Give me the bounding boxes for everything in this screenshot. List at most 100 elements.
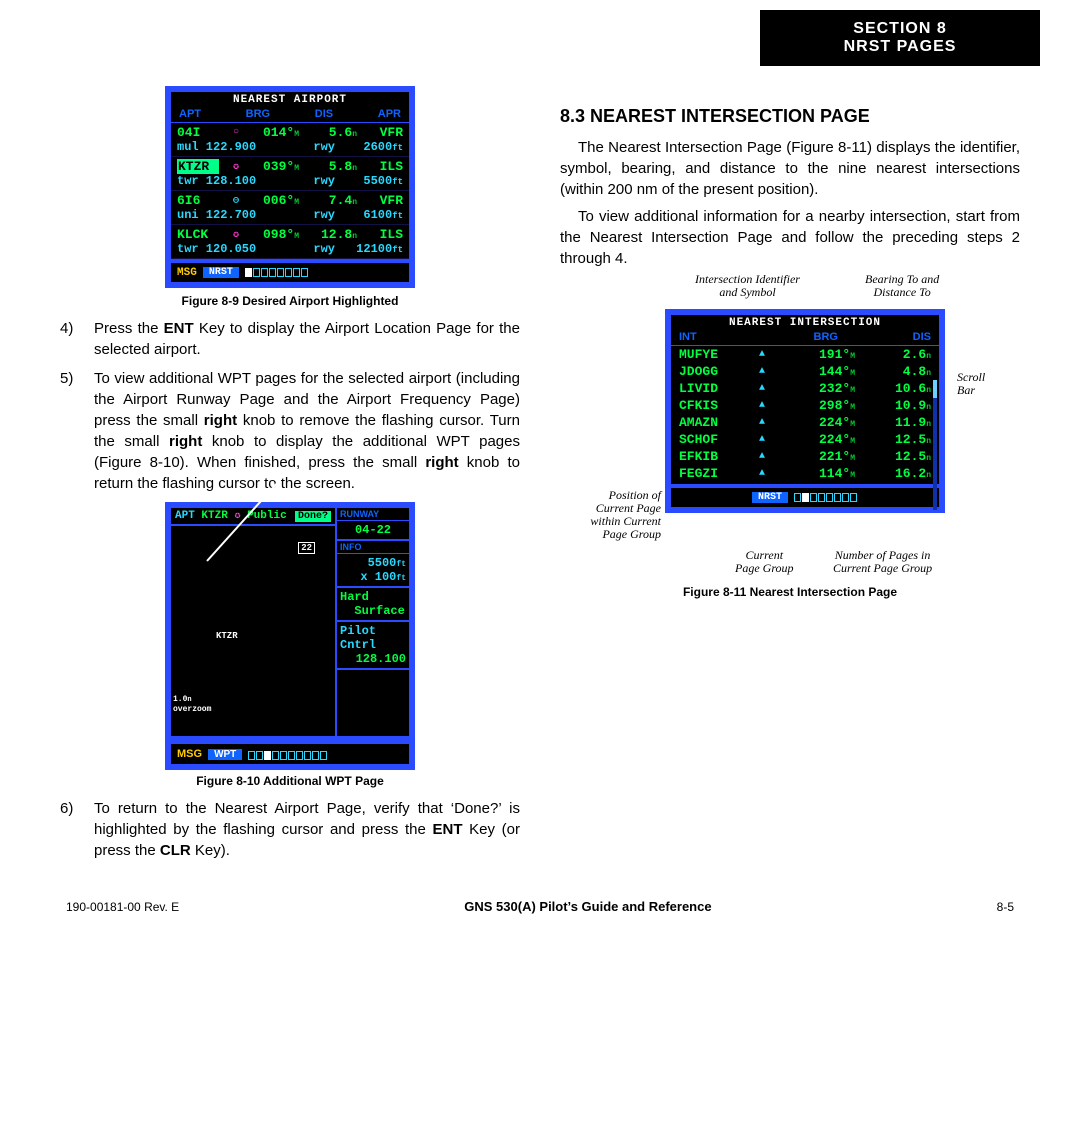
approach-value: VFR [367,125,403,140]
intersection-list: MUFYE▲191°M2.6nJDOGG ▲ 144°M 4.8n LIVID ▲ 232°… [671,346,939,484]
msg-annunciator: MSG [177,267,197,279]
bearing-value: 006°M [253,193,299,208]
airport-id: KTZR [177,159,219,174]
airport-ident: KTZR [201,510,227,522]
bearing-value: 224°M [795,432,855,447]
intersection-row: FEGZI ▲ 114°M 16.2n [671,465,939,482]
scrollbar [933,380,937,510]
step-text: To return to the Nearest Airport Page, v… [94,798,520,861]
page-group-label: NRST [203,267,239,278]
distance-value: 2.6n [877,347,931,362]
surface-type: Hard Surface [337,588,409,622]
annotation-scroll-bar: ScrollBar [957,371,985,397]
distance-value: 5.8n [309,159,357,174]
runway-length: 6100ft [343,208,403,222]
step-text: Press the ENT Key to display the Airport… [94,318,520,360]
runway-section-label: RUNWAY [337,508,409,521]
distance-value: 10.9n [877,398,931,413]
airport-symbol-icon: ✪ [234,511,240,522]
screen-title: NEAREST AIRPORT [171,92,409,108]
bearing-value: 039°M [253,159,299,174]
instruction-step: 4)Press the ENT Key to display the Airpo… [60,318,520,360]
apt-label: APT [175,510,195,522]
runway-length: 2600ft [343,140,403,154]
intersection-id: CFKIS [679,398,737,413]
airport-list: 04I○014°M5.6nVFRmul 122.900rwy2600ftKTZR… [171,123,409,259]
distance-value: 10.6n [877,381,931,396]
footer-title: GNS 530(A) Pilot’s Guide and Reference [464,899,711,914]
figure-8-9-caption: Figure 8-9 Desired Airport Highlighted [60,294,520,308]
distance-value: 12.8n [309,227,357,242]
airport-row: KLCK✪098°M12.8nILStwr 120.050rwy12100ft [171,225,409,259]
zoom-indicator: 1.0noverzoom [173,695,211,714]
footer-page-number: 8-5 [997,900,1014,914]
annotation-intersection-id: Intersection Identifierand Symbol [695,273,800,299]
step-text: To view additional WPT pages for the sel… [94,368,520,494]
intersection-row: CFKIS ▲ 298°M 10.9n [671,397,939,414]
airport-row: 6I6⊖006°M7.4nVFRuni 122.700rwy6100ft [171,191,409,225]
screen-footer: MSG NRST [171,259,409,282]
bearing-value: 014°M [253,125,299,140]
intersection-id: FEGZI [679,466,737,481]
rwy-label: rwy [285,174,335,188]
intersection-symbol-icon: ▲ [759,468,773,479]
distance-value: 12.5n [877,449,931,464]
page-indicator [248,746,328,762]
airport-row: 04I○014°M5.6nVFRmul 122.900rwy2600ft [171,123,409,157]
page-indicator [794,490,858,505]
intersection-id: AMAZN [679,415,737,430]
done-prompt: Done? [295,511,331,522]
figure-8-9-screen: NEAREST AIRPORT APT BRG DIS APR 04I○014°… [165,86,415,288]
runway-value: 04-22 [337,521,409,541]
screen-footer: NRST [671,484,939,507]
page-group-label: WPT [208,749,242,760]
rwy-label: rwy [285,140,335,154]
step-number: 4) [60,318,94,360]
airport-id: KLCK [177,227,219,242]
intersection-symbol-icon: ▲ [759,349,773,360]
intersection-id: EFKIB [679,449,737,464]
rwy-label: rwy [285,242,335,256]
annotation-page-position: Position ofCurrent Pagewithin CurrentPag… [571,489,661,541]
lighting-freq: Pilot Cntrl128.100 [337,622,409,670]
bearing-value: 298°M [795,398,855,413]
intersection-id: SCHOF [679,432,737,447]
runway-length: 12100ft [343,242,403,256]
page-indicator [245,265,309,280]
figure-8-11-wrapper: Intersection Identifierand Symbol Bearin… [575,279,1005,579]
intersection-symbol-icon: ▲ [759,383,773,394]
frequency-value: mul 122.900 [177,140,277,154]
approach-value: ILS [367,159,403,174]
instruction-step: 5)To view additional WPT pages for the s… [60,368,520,494]
intersection-row: MUFYE▲191°M2.6n [671,346,939,363]
intersection-symbol-icon: ▲ [759,434,773,445]
approach-value: VFR [367,193,403,208]
step-number: 5) [60,368,94,494]
intersection-row: SCHOF ▲ 224°M 12.5n [671,431,939,448]
bearing-value: 114°M [795,466,855,481]
distance-value: 12.5n [877,432,931,447]
airport-symbol-icon: ✪ [229,229,243,241]
step-number: 6) [60,798,94,861]
distance-value: 4.8n [877,364,931,379]
distance-value: 16.2n [877,466,931,481]
column-headers: APT BRG DIS APR [171,108,409,123]
column-headers: INT BRG DIS [671,331,939,346]
annotation-current-page-group: CurrentPage Group [735,549,794,575]
bearing-value: 232°M [795,381,855,396]
info-section-label: INFO [337,541,409,554]
msg-annunciator: MSG [177,748,202,760]
bearing-value: 144°M [795,364,855,379]
runway-dimensions: 5500ftx 100ft [337,554,409,588]
intersection-symbol-icon: ▲ [759,451,773,462]
intersection-symbol-icon: ▲ [759,400,773,411]
runway-length: 5500ft [343,174,403,188]
frequency-value: twr 120.050 [177,242,277,256]
intersection-id: JDOGG [679,364,737,379]
rwy-label: rwy [285,208,335,222]
intersection-row: EFKIB▲221°M12.5n [671,448,939,465]
figure-8-10-screen: APT KTZR ✪ Public Done? 22 KTZR 1.0nover… [165,502,415,742]
section-header-tab: SECTION 8 NRST PAGES [760,10,1040,66]
section-name: NRST PAGES [790,38,1010,56]
intersection-id: LIVID [679,381,737,396]
